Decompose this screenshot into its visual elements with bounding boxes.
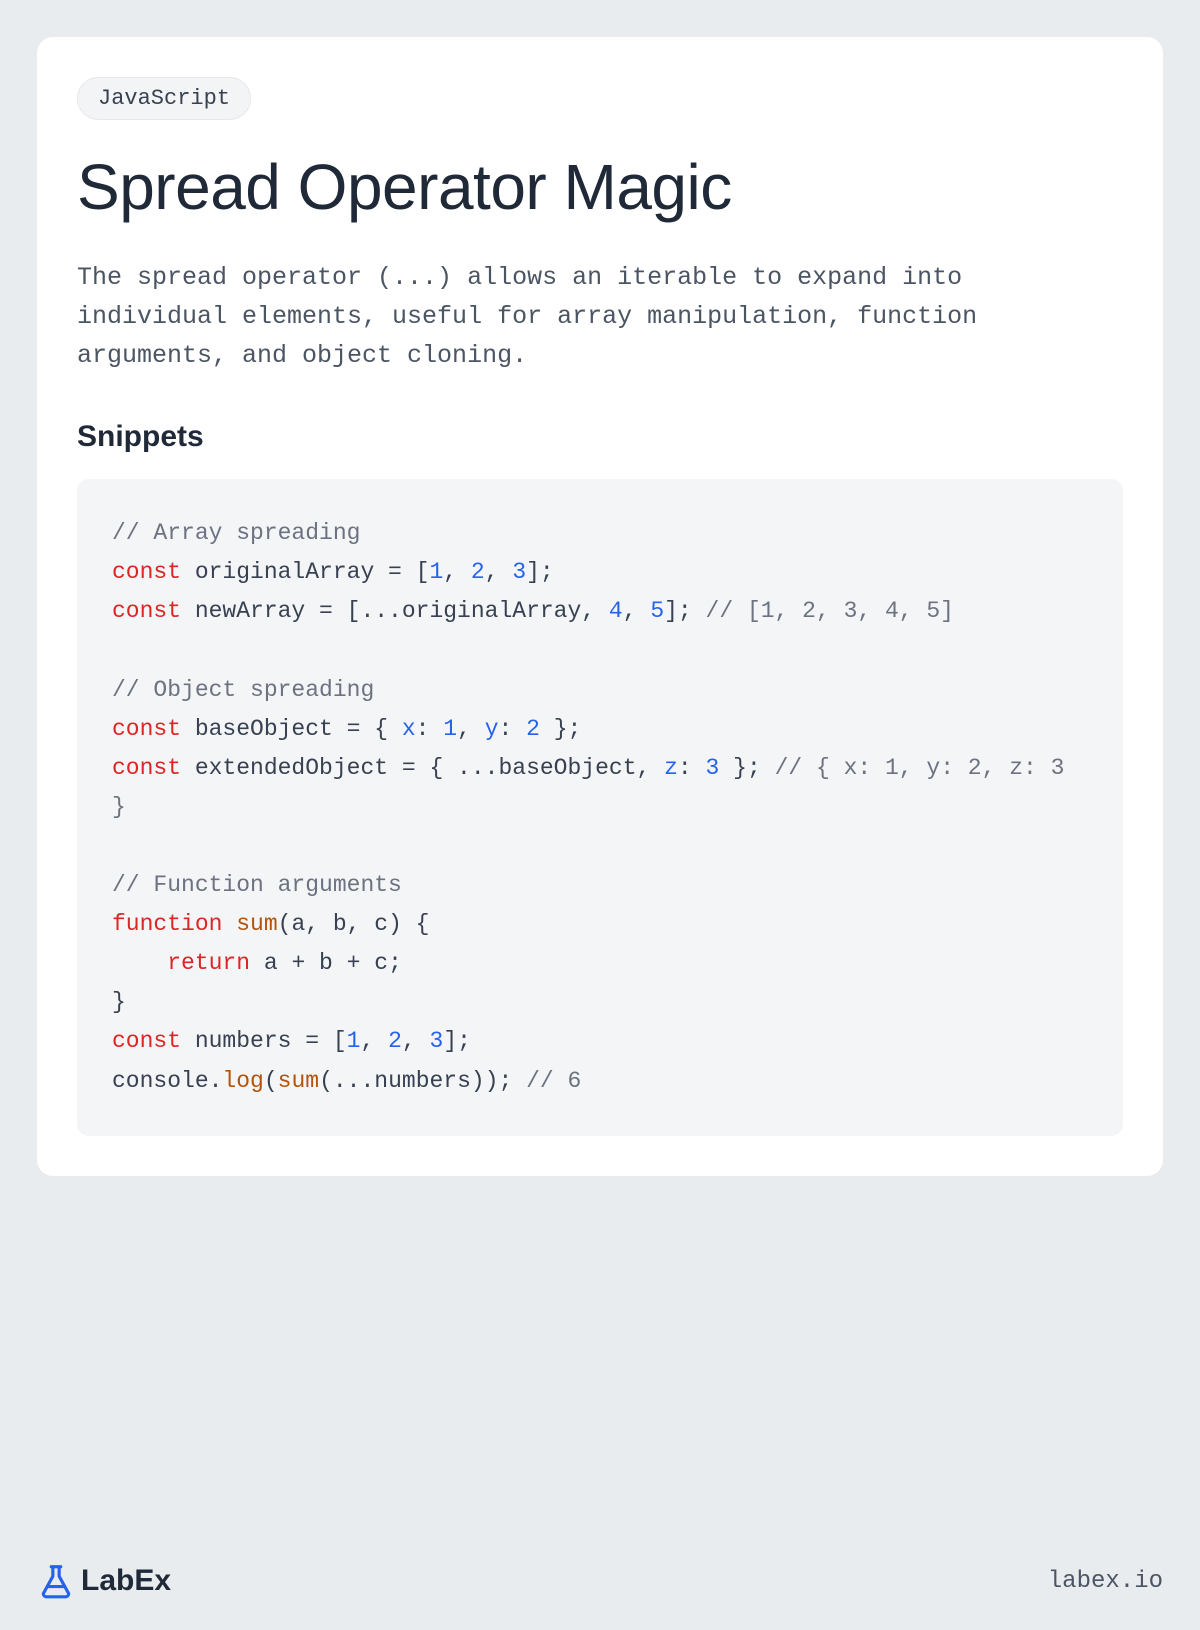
description-text: The spread operator (...) allows an iter… <box>77 259 1123 375</box>
labex-flask-icon <box>37 1562 75 1600</box>
footer: LabEx labex.io <box>37 1562 1163 1600</box>
footer-url: labex.io <box>1048 1568 1163 1595</box>
page-title: Spread Operator Magic <box>77 150 1123 224</box>
brand: LabEx <box>37 1562 171 1600</box>
language-badge: JavaScript <box>77 77 251 120</box>
snippets-heading: Snippets <box>77 420 1123 454</box>
content-card: JavaScript Spread Operator Magic The spr… <box>37 37 1163 1176</box>
brand-name: LabEx <box>81 1564 171 1598</box>
code-snippet: // Array spreading const originalArray =… <box>77 479 1123 1135</box>
